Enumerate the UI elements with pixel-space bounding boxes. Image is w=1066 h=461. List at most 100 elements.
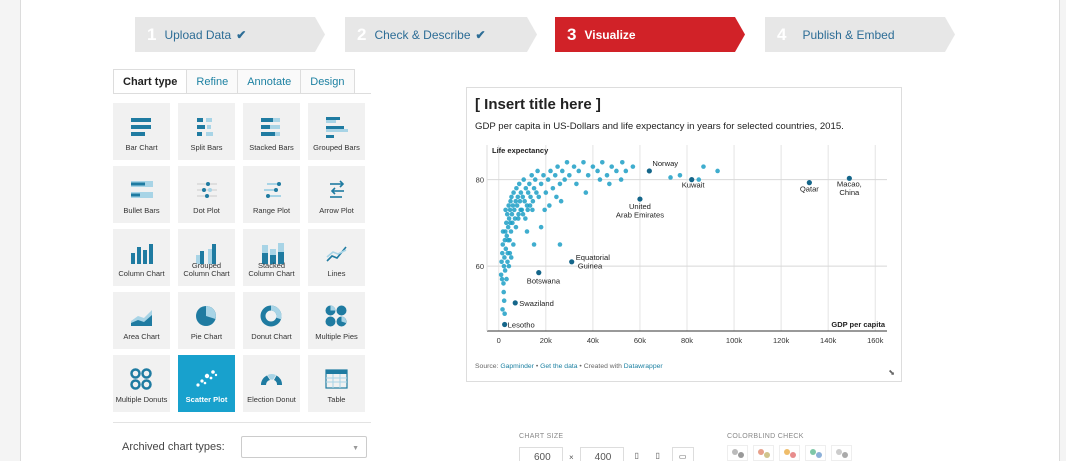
scatter-plot-icon	[194, 364, 220, 394]
width-input[interactable]: 600	[519, 447, 563, 461]
chart-type-table[interactable]: Table	[308, 355, 365, 412]
source-prefix: Source:	[475, 363, 501, 370]
data-point	[520, 211, 526, 217]
wizard-step-3[interactable]: 3 Visualize	[555, 17, 745, 52]
chart-type-multiple-pies[interactable]: Multiple Pies	[308, 292, 365, 349]
chart-type-range-plot[interactable]: Range Plot	[243, 166, 300, 223]
data-point	[524, 229, 530, 234]
chart-type-lines[interactable]: Lines	[308, 229, 365, 286]
chart-type-grouped-column-chart[interactable]: Grouped Column Chart	[178, 229, 235, 286]
y-axis-title: Life expectancy	[492, 146, 549, 155]
point-label: Lesotho	[508, 321, 535, 330]
desktop-icon[interactable]: ▭	[671, 447, 694, 461]
colorblind-tritanopia-button[interactable]	[805, 445, 826, 461]
data-point	[510, 203, 516, 208]
chart-size-controls: 600 × 400 ▯ ▯ ▭	[519, 447, 694, 461]
colorblind-grayscale-button[interactable]	[831, 445, 852, 461]
tab-annotate[interactable]: Annotate	[237, 69, 302, 94]
data-point	[506, 263, 512, 269]
chart-type-pie-chart[interactable]: Pie Chart	[178, 292, 235, 349]
data-point	[567, 172, 572, 178]
data-point	[557, 242, 563, 247]
chart-type-label: Scatter Plot	[185, 395, 228, 404]
get-data-link[interactable]: Get the data	[540, 363, 577, 370]
step-label: Check & Describe	[374, 27, 471, 42]
chart-type-grouped-bars[interactable]: Grouped Bars	[308, 103, 365, 160]
chart-type-label: Multiple Pies	[315, 332, 358, 341]
data-point	[509, 194, 514, 200]
chart-type-split-bars[interactable]: Split Bars	[178, 103, 235, 160]
data-point	[550, 185, 556, 191]
data-point	[609, 164, 615, 169]
data-point	[528, 194, 533, 200]
tablet-icon[interactable]: ▯	[650, 447, 666, 461]
data-point	[513, 224, 519, 230]
data-point	[514, 203, 520, 208]
multiple-pies-icon	[324, 301, 350, 331]
data-point	[500, 307, 505, 312]
source-link[interactable]: Gapminder	[500, 363, 534, 370]
chart-type-area-chart[interactable]: Area Chart	[113, 292, 170, 349]
chart-type-bullet-bars[interactable]: Bullet Bars	[113, 166, 170, 223]
chart-type-multiple-donuts[interactable]: Multiple Donuts	[113, 355, 170, 412]
chart-type-column-chart[interactable]: Column Chart	[113, 229, 170, 286]
height-input[interactable]: 400	[579, 447, 624, 461]
data-point	[527, 181, 532, 187]
data-point	[523, 185, 529, 191]
colorblind-check-options	[727, 445, 852, 461]
pie-chart-icon	[194, 301, 220, 331]
chart-type-bar-chart[interactable]: Bar Chart	[113, 103, 170, 160]
point-label-line: Arab Emirates	[616, 211, 664, 220]
chart-title[interactable]: [ Insert title here ]	[475, 96, 601, 113]
tabs-divider	[113, 93, 371, 94]
x-tick-label: 160k	[867, 336, 884, 345]
chart-type-arrow-plot[interactable]: Arrow Plot	[308, 166, 365, 223]
data-point	[520, 194, 526, 200]
x-tick-label: 120k	[773, 336, 790, 345]
data-point	[574, 181, 579, 187]
data-point	[530, 198, 536, 204]
chart-type-election-donut[interactable]: Election Donut	[243, 355, 300, 412]
x-tick-label: 20k	[540, 336, 552, 345]
colorblind-deuteranopia-button[interactable]	[779, 445, 800, 461]
data-point	[522, 198, 527, 204]
chart-type-scatter-plot[interactable]: Scatter Plot	[178, 355, 235, 412]
dot-plot-icon	[194, 175, 220, 205]
chart-type-label: Pie Chart	[190, 332, 223, 341]
data-point	[715, 168, 720, 174]
phone-icon[interactable]: ▯	[630, 447, 644, 461]
data-point	[504, 211, 510, 217]
chart-options-tabs: Chart type Refine Annotate Design	[113, 69, 355, 94]
tab-refine[interactable]: Refine	[186, 69, 239, 94]
data-point	[581, 160, 586, 165]
data-point	[538, 181, 544, 187]
chart-type-label: Split Bars	[190, 143, 223, 152]
data-point	[536, 194, 542, 200]
data-point	[545, 177, 551, 182]
colorblind-normal-button[interactable]	[727, 445, 748, 461]
data-point	[507, 207, 513, 213]
chart-type-dot-plot[interactable]: Dot Plot	[178, 166, 235, 223]
data-point	[505, 224, 511, 230]
tab-design[interactable]: Design	[300, 69, 355, 94]
y-tick-label: 60	[476, 262, 484, 271]
tab-chart-type[interactable]: Chart type	[113, 69, 188, 94]
archived-chart-types-select[interactable]: ▼	[241, 436, 367, 458]
chart-type-donut-chart[interactable]: Donut Chart	[243, 292, 300, 349]
colorblind-protanopia-button[interactable]	[753, 445, 774, 461]
resize-handle-icon[interactable]: ⬊	[888, 368, 895, 377]
data-point	[630, 164, 636, 169]
chart-type-stacked-column-chart[interactable]: Stacked Column Chart	[243, 229, 300, 286]
wizard-step-4[interactable]: 4 Publish & Embed	[765, 17, 955, 52]
data-point	[554, 194, 559, 200]
chart-type-stacked-bars[interactable]: Stacked Bars	[243, 103, 300, 160]
data-point	[501, 289, 507, 295]
data-point	[506, 203, 511, 208]
colorblind-check-label: COLORBLIND CHECK	[727, 433, 804, 440]
archived-label: Archived chart types:	[122, 441, 225, 453]
datawrapper-link[interactable]: Datawrapper	[624, 363, 663, 370]
wizard-step-2[interactable]: 2 Check & Describe ✔	[345, 17, 537, 52]
chart-preview: 0 20k 40k 60k 80k 100k 120k 140k 160k 60 80 Life ex…	[466, 87, 902, 382]
wizard-step-1[interactable]: 1 Upload Data ✔	[135, 17, 325, 52]
data-point	[531, 242, 537, 247]
